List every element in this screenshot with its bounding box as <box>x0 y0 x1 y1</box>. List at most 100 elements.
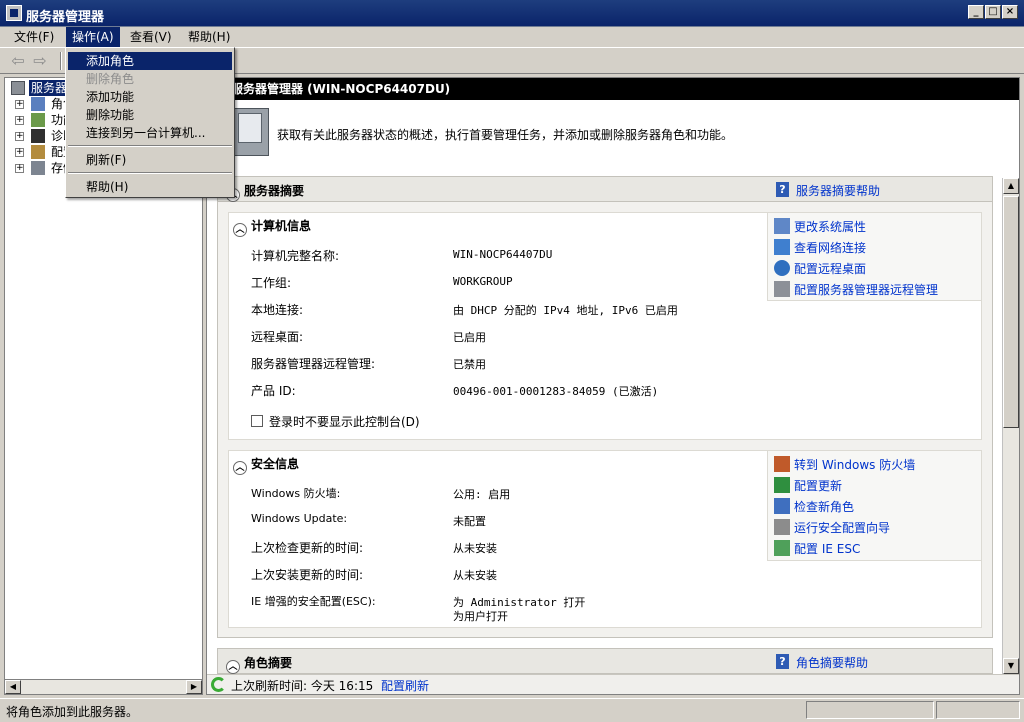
expand-icon[interactable]: + <box>15 132 24 141</box>
menu-bar: 文件(F) 操作(A) 查看(V) 帮助(H) <box>0 27 1024 47</box>
expand-icon[interactable]: + <box>15 148 24 157</box>
windows-update-value: 未配置 <box>453 515 486 528</box>
remote-management-label: 服务器管理器远程管理: <box>251 357 376 371</box>
last-check-value: 从未安装 <box>453 542 497 555</box>
expand-icon[interactable]: + <box>15 164 24 173</box>
help-icon[interactable]: ? <box>776 182 789 197</box>
remote-management-icon <box>774 281 790 297</box>
computer-info-title: 计算机信息 <box>251 219 312 233</box>
configuration-icon <box>31 145 45 159</box>
firewall-icon <box>774 456 790 472</box>
workgroup-value: WORKGROUP <box>453 275 513 288</box>
close-button[interactable]: × <box>1002 5 1018 19</box>
last-refresh-label: 上次刷新时间: 今天 16:15 <box>231 679 374 693</box>
dont-show-console-label[interactable]: 登录时不要显示此控制台(D) <box>269 413 420 430</box>
security-info-panel: ︿ 安全信息 Windows 防火墙: 公用: 启用 Windows Update… <box>228 450 982 628</box>
refresh-icon <box>211 677 226 692</box>
configure-ie-esc-link[interactable]: 配置 IE ESC <box>794 540 860 557</box>
server-summary-title: 服务器摘要 <box>244 184 305 198</box>
last-check-label: 上次检查更新的时间: <box>251 541 364 555</box>
roles-summary-header: ︿ 角色摘要 ? 角色摘要帮助 <box>217 648 993 674</box>
go-to-firewall-link[interactable]: 转到 Windows 防火墙 <box>794 456 915 473</box>
help-icon[interactable]: ? <box>776 654 789 669</box>
menu-view[interactable]: 查看(V) <box>124 27 178 47</box>
remote-desktop-label: 远程桌面: <box>251 330 304 344</box>
server-manager-icon <box>6 5 22 21</box>
forward-arrow-icon[interactable]: ⇨ <box>30 52 50 70</box>
status-cell <box>806 701 934 719</box>
menu-remove-features[interactable]: 删除功能 <box>68 106 232 124</box>
view-network-connections-link[interactable]: 查看网络连接 <box>794 239 866 256</box>
last-install-label: 上次安装更新的时间: <box>251 568 364 582</box>
toolbar-separator <box>60 52 62 70</box>
tree-horizontal-scrollbar[interactable]: ◀ ▶ <box>4 679 203 695</box>
check-new-roles-link[interactable]: 检查新角色 <box>794 498 854 515</box>
ie-esc-value-users: 为用户打开 <box>453 610 508 623</box>
back-arrow-icon[interactable]: ⇦ <box>8 52 28 70</box>
diagnostics-icon <box>31 129 45 143</box>
features-icon <box>31 113 45 127</box>
details-pane: 服务器管理器 (WIN-NOCP64407DU) 获取有关此服务器状态的概述，执… <box>206 77 1020 695</box>
computer-info-panel: ︿ 计算机信息 计算机完整名称: WIN-NOCP64407DU 工作组: WOR… <box>228 212 982 440</box>
configure-remote-management-link[interactable]: 配置服务器管理器远程管理 <box>794 281 938 298</box>
server-summary-help-link[interactable]: 服务器摘要帮助 <box>796 182 880 199</box>
menu-connect-another-computer[interactable]: 连接到另一台计算机... <box>68 124 232 142</box>
security-info-title: 安全信息 <box>251 457 300 471</box>
scroll-left-icon[interactable]: ◀ <box>5 680 21 694</box>
system-properties-icon <box>774 218 790 234</box>
server-summary-header: ︿服务器摘要 ? 服务器摘要帮助 <box>217 176 993 202</box>
computer-name-label: 计算机完整名称: <box>251 249 340 263</box>
roles-icon <box>31 97 45 111</box>
menu-file[interactable]: 文件(F) <box>8 27 60 47</box>
collapse-icon[interactable]: ︿ <box>226 660 240 674</box>
status-text: 将角色添加到此服务器。 <box>6 705 139 719</box>
local-connection-value: 由 DHCP 分配的 IPv4 地址, IPv6 已启用 <box>453 304 678 317</box>
scroll-up-icon[interactable]: ▲ <box>1003 178 1019 194</box>
computer-name-value: WIN-NOCP64407DU <box>453 248 553 261</box>
server-icon <box>11 81 25 95</box>
configure-refresh-link[interactable]: 配置刷新 <box>381 677 429 694</box>
minimize-button[interactable]: _ <box>968 5 984 19</box>
remote-desktop-icon <box>774 260 790 276</box>
menu-separator <box>68 172 232 174</box>
menu-help-item[interactable]: 帮助(H) <box>68 178 232 196</box>
change-system-properties-link[interactable]: 更改系统属性 <box>794 218 866 235</box>
roles-summary-title: 角色摘要 <box>244 656 293 670</box>
firewall-label: Windows 防火墙: <box>251 487 341 500</box>
roles-summary-help-link[interactable]: 角色摘要帮助 <box>796 654 868 671</box>
security-wizard-icon <box>774 519 790 535</box>
title-bar: 服务器管理器 _ □ × <box>0 0 1024 27</box>
ie-esc-icon <box>774 540 790 556</box>
remote-management-value: 已禁用 <box>453 358 486 371</box>
maximize-button[interactable]: □ <box>985 5 1001 19</box>
expand-icon[interactable]: + <box>15 100 24 109</box>
last-install-value: 从未安装 <box>453 569 497 582</box>
menu-add-roles[interactable]: 添加角色 <box>68 52 232 70</box>
windows-update-label: Windows Update: <box>251 512 348 525</box>
scroll-down-icon[interactable]: ▼ <box>1003 658 1019 674</box>
menu-add-features[interactable]: 添加功能 <box>68 88 232 106</box>
firewall-value: 公用: 启用 <box>453 488 511 501</box>
details-vertical-scrollbar[interactable]: ▲ ▼ <box>1002 178 1019 674</box>
banner-description: 获取有关此服务器状态的概述，执行首要管理任务，并添加或删除服务器角色和功能。 <box>277 128 734 142</box>
product-id-label: 产品 ID: <box>251 384 296 398</box>
collapse-icon[interactable]: ︿ <box>233 461 247 475</box>
menu-separator <box>68 145 232 147</box>
server-banner-icon <box>229 108 269 156</box>
run-security-wizard-link[interactable]: 运行安全配置向导 <box>794 519 890 536</box>
collapse-icon[interactable]: ︿ <box>233 223 247 237</box>
server-summary-body: ︿ 计算机信息 计算机完整名称: WIN-NOCP64407DU 工作组: WOR… <box>217 202 993 638</box>
menu-help[interactable]: 帮助(H) <box>182 27 236 47</box>
dont-show-console-checkbox[interactable] <box>251 415 263 427</box>
storage-icon <box>31 161 45 175</box>
configure-updates-link[interactable]: 配置更新 <box>794 477 842 494</box>
refresh-bar: 上次刷新时间: 今天 16:15 配置刷新 <box>207 674 1019 694</box>
scroll-right-icon[interactable]: ▶ <box>186 680 202 694</box>
menu-action[interactable]: 操作(A) <box>66 27 120 47</box>
scrollbar-thumb[interactable] <box>1003 196 1019 428</box>
update-icon <box>774 477 790 493</box>
menu-refresh[interactable]: 刷新(F) <box>68 151 232 169</box>
configure-remote-desktop-link[interactable]: 配置远程桌面 <box>794 260 866 277</box>
network-icon <box>774 239 790 255</box>
expand-icon[interactable]: + <box>15 116 24 125</box>
